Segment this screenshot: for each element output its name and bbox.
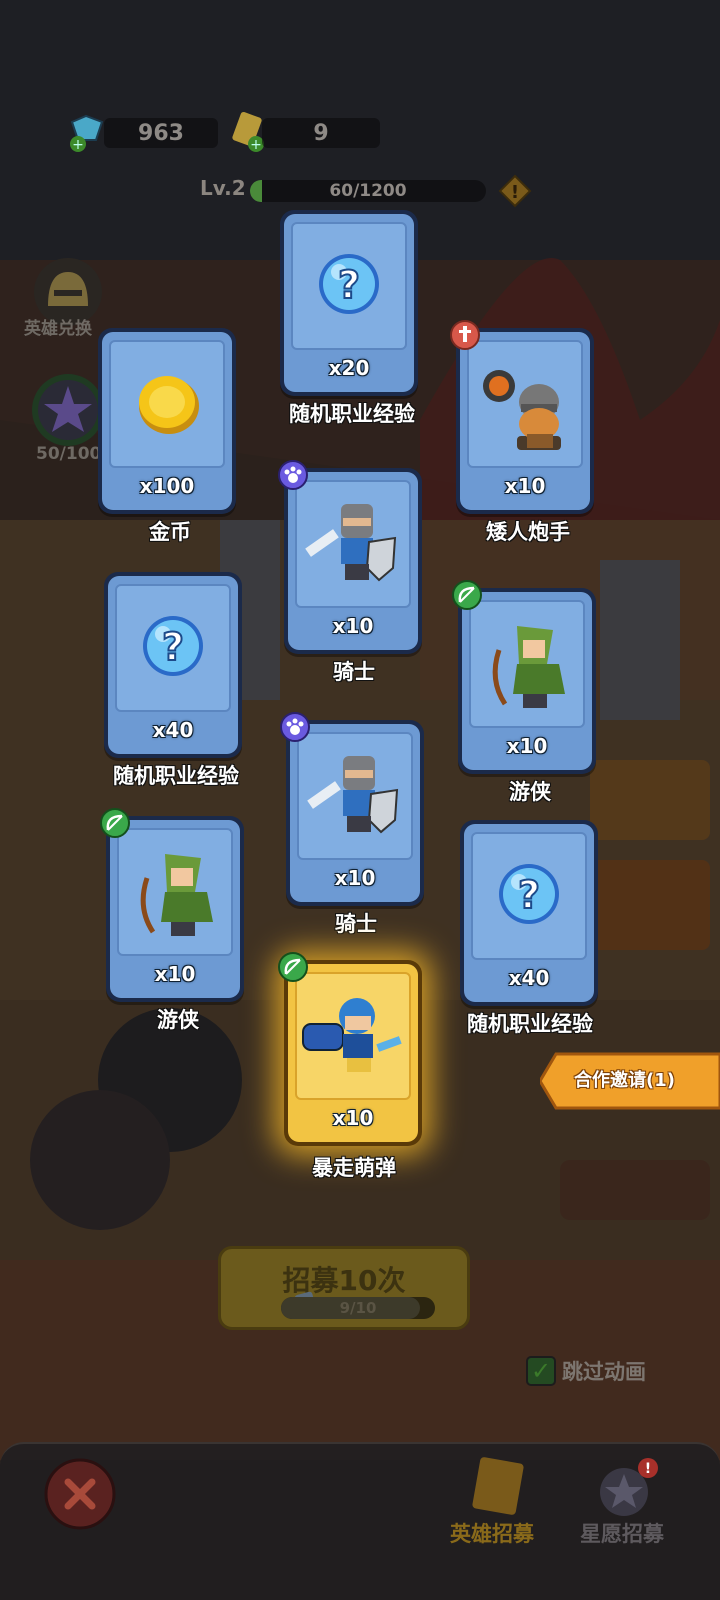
card-label: 暴走萌弹 <box>312 1156 396 1180</box>
close-button[interactable] <box>42 1456 118 1532</box>
reward-card-gold-coin[interactable]: x100 <box>98 328 236 514</box>
reward-card-knight[interactable]: x10 <box>280 712 424 906</box>
checkbox-checked-icon: ✓ <box>526 1356 556 1386</box>
coop-invite-button[interactable]: 合作邀请(1) <box>538 1052 720 1110</box>
card-label: 骑士 <box>335 912 377 936</box>
gold-coin-icon <box>139 376 199 434</box>
level-label: Lv.2 <box>200 176 246 200</box>
svg-text:?: ? <box>338 263 360 307</box>
card-inner: x10 <box>288 964 418 1142</box>
reward-card-knight[interactable]: x10 <box>278 460 422 654</box>
hero-recruit-label: 英雄招募 <box>450 1522 534 1546</box>
dwarf-gunner-portrait-icon <box>483 370 561 450</box>
xp-progress-bar: 60/1200 <box>250 180 486 202</box>
ticket-count: 9 <box>262 118 380 148</box>
reward-card-ranger[interactable]: x10 <box>100 808 244 1002</box>
sword-class-badge-icon <box>450 320 480 350</box>
skip-animation-label: 跳过动画 <box>562 1360 646 1384</box>
bomber-portrait-icon <box>302 998 402 1072</box>
svg-text:?: ? <box>162 625 184 669</box>
card-label: 骑士 <box>333 660 375 684</box>
card-inner: ? x40 <box>464 824 594 1002</box>
reward-card-random-exp[interactable]: ? x20 <box>280 210 418 396</box>
recruit-10-label: 招募10次 <box>282 1264 406 1297</box>
card-inner: x10 <box>290 724 420 902</box>
ranger-portrait-icon <box>140 854 213 936</box>
question-orb-icon: ? <box>499 864 559 924</box>
card-qty: x10 <box>504 474 546 498</box>
star-wish-icon: ! <box>600 1458 658 1516</box>
card-label: 金币 <box>149 520 191 544</box>
card-label: 随机职业经验 <box>467 1012 593 1036</box>
card-inner: x10 <box>288 472 418 650</box>
wish-recruit-tab[interactable]: ! 星愿招募 <box>578 1452 678 1552</box>
wish-recruit-label: 星愿招募 <box>580 1522 664 1546</box>
svg-text:!: ! <box>511 182 519 203</box>
recruit-progress-bar: 9/10 <box>281 1297 435 1319</box>
question-orb-icon: ? <box>143 616 203 676</box>
gem-count-value: 963 <box>138 120 184 146</box>
reward-card-ranger[interactable]: x10 <box>452 580 596 774</box>
card-qty: x100 <box>139 474 195 498</box>
card-inner: ? x40 <box>108 576 238 754</box>
recruit-10-button[interactable]: 招募10次 9/10 <box>218 1246 470 1330</box>
coop-invite-label: 合作邀请(1) <box>574 1070 675 1091</box>
svg-text:?: ? <box>518 873 540 917</box>
svg-text:+: + <box>72 137 84 153</box>
close-icon <box>44 1458 116 1530</box>
ranger-portrait-icon <box>492 626 565 708</box>
scroll-icon <box>472 1457 524 1515</box>
reward-card-random-exp[interactable]: ? x40 <box>104 572 242 758</box>
bow-class-badge-icon <box>278 952 308 982</box>
skip-animation-toggle[interactable]: ✓ 跳过动画 <box>526 1354 646 1388</box>
card-label: 游侠 <box>157 1008 199 1032</box>
warning-icon[interactable]: ! <box>498 174 532 208</box>
card-label: 随机职业经验 <box>289 402 415 426</box>
card-label: 随机职业经验 <box>113 764 239 788</box>
recruit-progress-text: 9/10 <box>339 1299 377 1317</box>
question-orb-icon: ? <box>319 254 379 314</box>
card-qty: x10 <box>154 962 196 986</box>
gem-count: 963 <box>104 118 218 148</box>
svg-text:!: ! <box>645 1461 651 1477</box>
hero-exchange-label: 英雄兑换 <box>24 319 92 339</box>
star-wish-button[interactable] <box>30 372 106 448</box>
xp-progress-text: 60/1200 <box>329 181 407 201</box>
knight-portrait-icon <box>305 504 397 582</box>
card-label: 游侠 <box>509 780 551 804</box>
card-qty: x40 <box>152 718 194 742</box>
card-qty: x40 <box>508 966 550 990</box>
star-icon <box>32 374 104 446</box>
paw-class-badge-icon <box>280 712 310 742</box>
star-progress-text: 50/100 <box>36 444 102 464</box>
card-inner: x10 <box>462 592 592 770</box>
card-qty: x10 <box>334 866 376 890</box>
card-qty: x20 <box>328 356 370 380</box>
reward-card-bomber[interactable]: x10 <box>278 952 422 1146</box>
card-inner: ? x20 <box>284 214 414 392</box>
bow-class-badge-icon <box>452 580 482 610</box>
svg-text:+: + <box>250 137 262 153</box>
knight-portrait-icon <box>307 756 399 834</box>
ticket-count-value: 9 <box>313 120 329 146</box>
reward-card-random-exp[interactable]: ? x40 <box>460 820 598 1006</box>
card-inner: x10 <box>460 332 590 510</box>
card-inner: x100 <box>102 332 232 510</box>
hero-recruit-tab[interactable]: 英雄招募 <box>446 1452 546 1552</box>
bow-class-badge-icon <box>100 808 130 838</box>
card-qty: x10 <box>332 1106 374 1130</box>
card-qty: x10 <box>332 614 374 638</box>
card-label: 矮人炮手 <box>486 520 570 544</box>
card-qty: x10 <box>506 734 548 758</box>
reward-card-dwarf-gunner[interactable]: x10 <box>450 320 594 514</box>
card-inner: x10 <box>110 820 240 998</box>
paw-class-badge-icon <box>278 460 308 490</box>
